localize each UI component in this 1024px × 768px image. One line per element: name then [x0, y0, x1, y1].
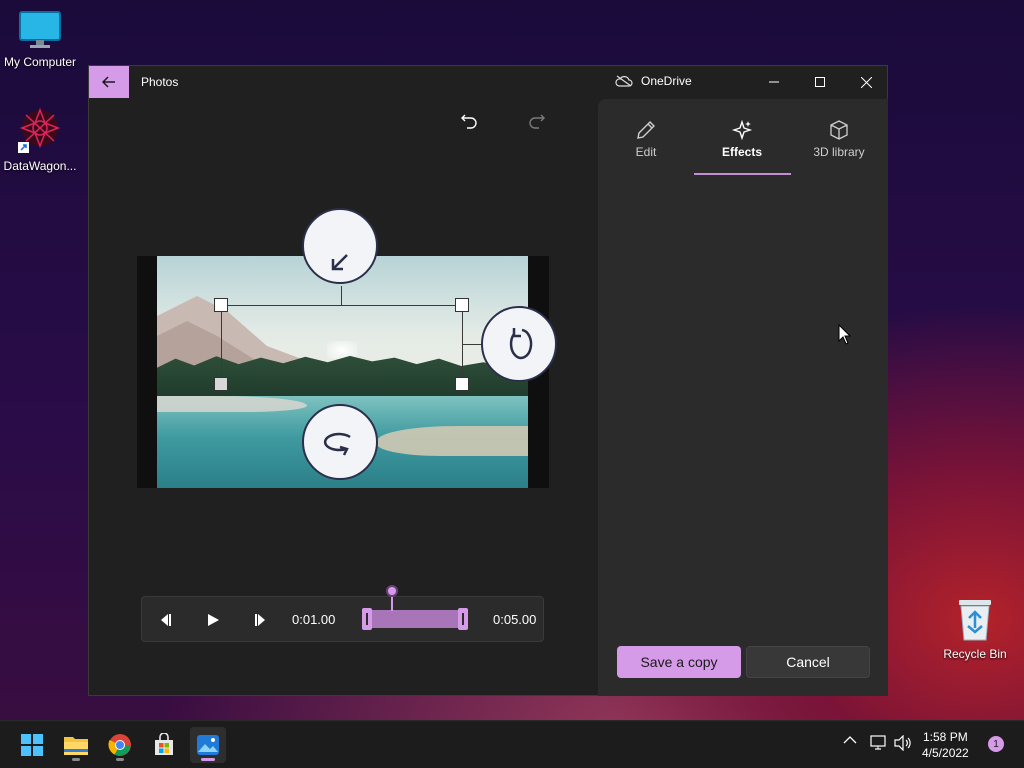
taskbar-store[interactable] [146, 727, 182, 763]
cancel-button[interactable]: Cancel [746, 646, 870, 678]
tab-edit[interactable]: Edit [598, 109, 694, 179]
close-icon [860, 76, 872, 88]
cube-icon [830, 120, 848, 140]
resize-handle-bottom-left[interactable] [214, 377, 228, 391]
desktop-icon-label: My Computer [3, 55, 77, 69]
pencil-icon [637, 121, 655, 139]
desktop-icon-datawagon[interactable]: DataWagon... [0, 106, 80, 173]
start-button[interactable] [14, 727, 50, 763]
onedrive-status[interactable]: OneDrive [615, 74, 692, 88]
rotate-horizontal-icon [323, 432, 351, 456]
maximize-button[interactable] [797, 66, 843, 98]
onedrive-label: OneDrive [641, 74, 692, 88]
file-explorer-icon [64, 737, 88, 755]
play-icon [208, 614, 219, 626]
sparkle-icon [731, 119, 753, 141]
volume-icon [894, 735, 911, 751]
title-bar[interactable]: Photos OneDrive [89, 66, 887, 98]
trim-start-handle[interactable] [362, 608, 372, 630]
arrow-down-left-icon [331, 254, 348, 271]
rotate-horizontal-handle[interactable] [302, 404, 378, 480]
desktop-icon-label: DataWagon... [3, 159, 77, 173]
desktop-icon-label: Recycle Bin [943, 647, 1007, 661]
resize-handle-bottom-right[interactable] [455, 377, 469, 391]
taskbar-chrome[interactable] [102, 727, 138, 763]
monitor-icon [19, 11, 61, 48]
chevron-up-icon [843, 736, 857, 744]
arrow-left-icon [102, 76, 115, 88]
trim-slider[interactable] [362, 608, 468, 630]
redo-icon [529, 114, 545, 129]
next-frame-button[interactable] [250, 609, 272, 631]
previous-frame-button[interactable] [154, 609, 176, 631]
desktop-icon-recycle-bin[interactable]: Recycle Bin [935, 598, 1015, 661]
undo-button[interactable] [457, 110, 481, 134]
taskbar-file-explorer[interactable] [58, 727, 94, 763]
resize-handle-top-right[interactable] [455, 298, 469, 312]
redo-button[interactable] [525, 110, 549, 134]
system-clock[interactable]: 1:58 PM 4/5/2022 [922, 729, 969, 761]
minimize-button[interactable] [751, 66, 797, 98]
close-button[interactable] [843, 66, 889, 98]
minimize-icon [769, 81, 779, 83]
tab-label: 3D library [813, 145, 865, 159]
resize-handle-top-left[interactable] [214, 298, 228, 312]
tab-effects[interactable]: Effects [694, 109, 790, 179]
start-icon [21, 734, 43, 756]
taskbar-photos[interactable] [190, 727, 226, 763]
recycle-bin-icon [959, 600, 991, 641]
playhead[interactable] [386, 585, 398, 611]
tab-label: Edit [635, 145, 657, 159]
network-icon [870, 735, 886, 750]
desktop-icon-my-computer[interactable]: My Computer [0, 10, 80, 69]
clock-date: 4/5/2022 [922, 746, 969, 760]
photos-icon [197, 735, 219, 755]
store-icon [155, 733, 173, 755]
clock-time: 1:58 PM [923, 730, 968, 744]
maximize-icon [815, 77, 825, 87]
step-back-icon [161, 614, 171, 626]
volume-control[interactable] [894, 735, 912, 751]
tab-3d-library[interactable]: 3D library [791, 109, 887, 179]
photos-window: Photos OneDrive 0:01.00 0:05.00 Edit Eff… [88, 65, 888, 696]
end-time: 0:05.00 [493, 612, 537, 627]
chrome-icon [108, 734, 131, 756]
rotate-tilt-handle[interactable] [302, 208, 378, 284]
back-button[interactable] [89, 66, 129, 98]
current-time: 0:01.00 [292, 612, 336, 627]
show-hidden-icons-button[interactable] [843, 735, 857, 745]
datawagon-shortcut-icon [18, 107, 61, 153]
mouse-cursor-icon [838, 324, 852, 345]
video-preview[interactable] [137, 208, 557, 488]
save-copy-button[interactable]: Save a copy [617, 646, 741, 678]
play-button[interactable] [202, 609, 224, 631]
network-status[interactable] [870, 735, 888, 751]
undo-icon [461, 114, 477, 129]
step-forward-icon [255, 614, 265, 626]
rotate-vertical-handle[interactable] [481, 306, 557, 382]
active-tab-indicator [694, 173, 791, 175]
playhead-knob[interactable] [386, 585, 398, 597]
notification-badge[interactable]: 1 [988, 736, 1004, 752]
edit-side-panel: Edit Effects 3D library Save a copy Canc… [598, 99, 888, 696]
taskbar: 1:58 PM 4/5/2022 [0, 720, 1024, 768]
app-title: Photos [141, 75, 179, 89]
playback-controls: 0:01.00 0:05.00 [141, 585, 544, 642]
rotate-vertical-icon [509, 328, 533, 360]
trim-end-handle[interactable] [458, 608, 468, 630]
cloud-off-icon [615, 75, 633, 87]
tab-label: Effects [721, 145, 762, 159]
